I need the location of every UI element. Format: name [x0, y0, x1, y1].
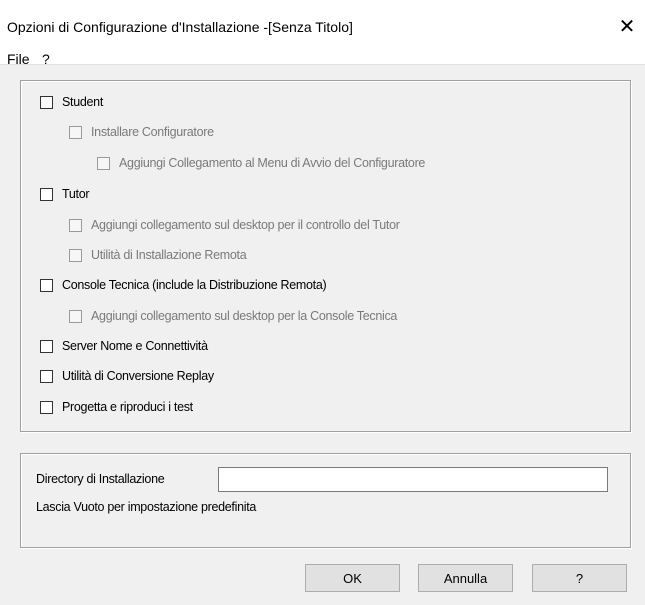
install-dir-label: Directory di Installazione — [36, 472, 165, 486]
start-menu-link-checkbox[interactable] — [97, 156, 110, 170]
tech-console-desktop-link-checkbox[interactable] — [69, 309, 82, 323]
replay-conversion-checkbox[interactable] — [40, 369, 53, 383]
option-student-label: Student — [62, 95, 103, 109]
option-install-configurator[interactable]: Installare Configuratore — [69, 123, 214, 141]
menu-help[interactable]: ? — [42, 51, 50, 67]
option-name-server[interactable]: Server Nome e Connettività — [40, 337, 208, 355]
tech-console-checkbox[interactable] — [40, 278, 53, 292]
option-replay-conversion[interactable]: Utilità di Conversione Replay — [40, 367, 214, 385]
install-configurator-checkbox[interactable] — [69, 125, 82, 139]
close-icon[interactable]: ✕ — [615, 16, 639, 38]
option-design-tests[interactable]: Progetta e riproduci i test — [40, 398, 193, 416]
option-install-configurator-label: Installare Configuratore — [91, 125, 214, 139]
tutor-desktop-link-checkbox[interactable] — [69, 218, 82, 232]
option-start-menu-link[interactable]: Aggiungi Collegamento al Menu di Avvio d… — [97, 154, 425, 172]
option-student[interactable]: Student — [40, 93, 103, 111]
name-server-checkbox[interactable] — [40, 339, 53, 353]
menu-file[interactable]: File — [7, 51, 30, 67]
option-tutor-desktop-link-label: Aggiungi collegamento sul desktop per il… — [91, 218, 400, 232]
menu-bar: File ? — [0, 36, 645, 67]
option-remote-install-utility[interactable]: Utilità di Installazione Remota — [69, 246, 247, 264]
student-checkbox[interactable] — [40, 95, 53, 109]
help-button[interactable]: ? — [532, 564, 627, 592]
install-dir-input[interactable] — [218, 467, 608, 492]
option-tech-console[interactable]: Console Tecnica (include la Distribuzion… — [40, 276, 327, 294]
remote-install-utility-checkbox[interactable] — [69, 248, 82, 262]
option-tech-console-label: Console Tecnica (include la Distribuzion… — [62, 278, 327, 292]
ok-button[interactable]: OK — [305, 564, 400, 592]
design-tests-checkbox[interactable] — [40, 400, 53, 414]
option-replay-conversion-label: Utilità di Conversione Replay — [62, 369, 214, 383]
option-design-tests-label: Progetta e riproduci i test — [62, 400, 193, 414]
option-tutor[interactable]: Tutor — [40, 185, 90, 203]
title-bar: Opzioni di Configurazione d'Installazion… — [0, 0, 645, 36]
option-remote-install-utility-label: Utilità di Installazione Remota — [91, 248, 247, 262]
tutor-checkbox[interactable] — [40, 187, 53, 201]
cancel-button[interactable]: Annulla — [418, 564, 513, 592]
option-tech-console-desktop-link[interactable]: Aggiungi collegamento sul desktop per la… — [69, 307, 397, 325]
option-name-server-label: Server Nome e Connettività — [62, 339, 208, 353]
option-tutor-desktop-link[interactable]: Aggiungi collegamento sul desktop per il… — [69, 216, 400, 234]
option-tech-console-desktop-link-label: Aggiungi collegamento sul desktop per la… — [91, 309, 398, 323]
install-dir-hint: Lascia Vuoto per impostazione predefinit… — [36, 500, 257, 514]
window-title: Opzioni di Configurazione d'Installazion… — [7, 19, 353, 35]
option-start-menu-link-label: Aggiungi Collegamento al Menu di Avvio d… — [119, 156, 426, 170]
option-tutor-label: Tutor — [62, 187, 90, 201]
